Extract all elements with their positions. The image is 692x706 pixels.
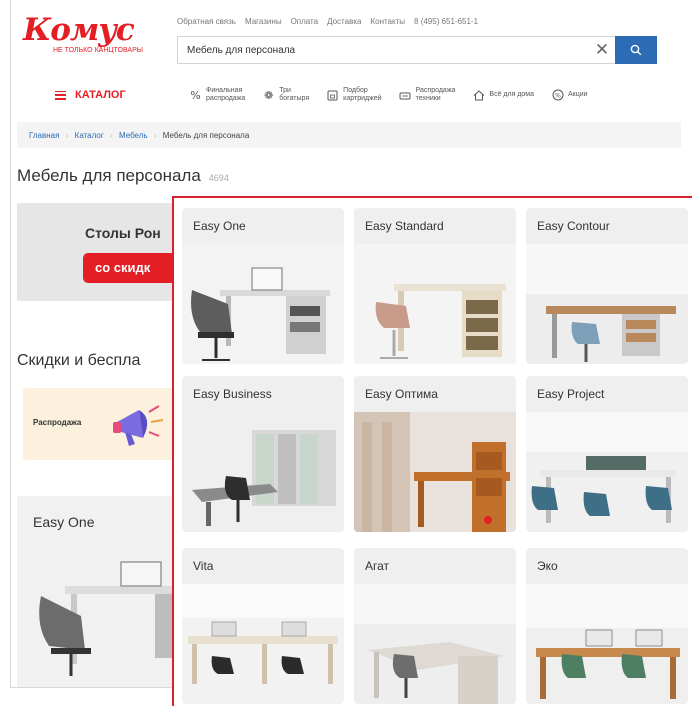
series-title: Easy Оптима bbox=[365, 387, 438, 401]
nav-item-promotions[interactable]: % Акции bbox=[551, 89, 588, 102]
product-count: 4694 bbox=[208, 173, 229, 183]
breadcrumb-current: Мебель для персонала bbox=[162, 130, 250, 140]
catalog-button[interactable]: КАТАЛОГ bbox=[55, 89, 126, 101]
series-title: Эко bbox=[537, 559, 558, 573]
hamburger-icon bbox=[55, 90, 66, 100]
top-link-payment[interactable]: Оплата bbox=[291, 17, 319, 26]
nav-item-final-sale[interactable]: % Финальная распродажа bbox=[189, 87, 245, 103]
breadcrumb-catalog[interactable]: Каталог bbox=[75, 131, 104, 140]
printer-icon bbox=[399, 89, 412, 102]
series-title: Easy Contour bbox=[537, 219, 610, 233]
promo-label: Распродажа bbox=[33, 418, 82, 427]
nav-item-cartridges[interactable]: Подбор картриджей bbox=[326, 87, 382, 103]
percent-icon: % bbox=[190, 88, 201, 102]
breadcrumb: Главная › Каталог › Мебель › Мебель для … bbox=[17, 122, 681, 148]
series-title: Easy Project bbox=[537, 387, 605, 401]
banner-title: Столы Рон bbox=[85, 225, 161, 241]
furniture-image bbox=[526, 584, 688, 704]
main-nav: КАТАЛОГ % Финальная распродажа ❁ Три бог… bbox=[11, 78, 682, 112]
series-card-easy-one[interactable]: Easy One bbox=[182, 208, 344, 364]
furniture-image bbox=[526, 244, 688, 364]
series-card-agat[interactable]: Агат bbox=[354, 548, 516, 704]
series-card-easy-optima[interactable]: Easy Оптима bbox=[354, 376, 516, 532]
series-title: Vita bbox=[193, 559, 214, 573]
megaphone-icon bbox=[113, 405, 164, 446]
close-icon[interactable]: ✕ bbox=[589, 37, 615, 63]
search-bar: ✕ bbox=[177, 36, 657, 64]
series-card-easy-project[interactable]: Easy Project bbox=[526, 376, 688, 532]
search-input[interactable] bbox=[178, 37, 589, 63]
page-header: Мебель для персонала 4694 bbox=[17, 166, 229, 186]
top-link-feedback[interactable]: Обратная связь bbox=[177, 17, 236, 26]
furniture-image bbox=[182, 584, 344, 704]
nav-item-three-heroes[interactable]: ❁ Три богатыря bbox=[262, 87, 309, 103]
series-card-easy-standard[interactable]: Easy Standard bbox=[354, 208, 516, 364]
catalog-label: КАТАЛОГ bbox=[75, 89, 126, 101]
top-links: Обратная связь Магазины Оплата Доставка … bbox=[177, 17, 478, 26]
cartridge-icon bbox=[326, 89, 339, 102]
furniture-image bbox=[354, 412, 516, 532]
top-link-delivery[interactable]: Доставка bbox=[327, 17, 361, 26]
series-title: Easy Business bbox=[193, 387, 272, 401]
series-grid-overlay: Easy One Easy Standard Easy Contour Easy… bbox=[172, 196, 692, 706]
discount-icon: % bbox=[551, 89, 564, 102]
breadcrumb-home[interactable]: Главная bbox=[29, 131, 59, 140]
top-link-stores[interactable]: Магазины bbox=[245, 17, 282, 26]
search-button[interactable] bbox=[615, 36, 657, 64]
furniture-image bbox=[526, 412, 688, 532]
page-title: Мебель для персонала bbox=[17, 166, 201, 185]
nav-item-tech-sale[interactable]: Распродажа техники bbox=[399, 87, 455, 103]
breadcrumb-separator: › bbox=[153, 130, 157, 140]
home-icon bbox=[472, 89, 485, 102]
breadcrumb-furniture[interactable]: Мебель bbox=[119, 131, 148, 140]
site-logo[interactable]: Комус НЕ ТОЛЬКО КАНЦТОВАРЫ bbox=[23, 10, 173, 58]
background-series-title: Easy One bbox=[33, 514, 95, 530]
series-card-eko[interactable]: Эко bbox=[526, 548, 688, 704]
series-title: Easy Standard bbox=[365, 219, 444, 233]
breadcrumb-separator: › bbox=[65, 130, 69, 140]
discounts-heading: Скидки и беспла bbox=[17, 352, 141, 369]
top-link-contacts[interactable]: Контакты bbox=[370, 17, 405, 26]
series-title: Easy One bbox=[193, 219, 246, 233]
search-icon bbox=[630, 44, 642, 56]
series-title: Агат bbox=[365, 559, 390, 573]
sale-promo-card[interactable]: Распродажа bbox=[23, 388, 183, 460]
series-card-vita[interactable]: Vita bbox=[182, 548, 344, 704]
svg-text:%: % bbox=[555, 92, 561, 99]
top-link-phone[interactable]: 8 (495) 651-651-1 bbox=[414, 17, 478, 26]
nav-item-home[interactable]: Всё для дома bbox=[472, 89, 534, 102]
logo-wordmark: Комус bbox=[23, 12, 135, 48]
logo-tagline: НЕ ТОЛЬКО КАНЦТОВАРЫ bbox=[53, 47, 143, 54]
furniture-image bbox=[182, 412, 344, 532]
breadcrumb-separator: › bbox=[109, 130, 113, 140]
gift-icon: ❁ bbox=[264, 88, 274, 102]
series-card-easy-business[interactable]: Easy Business bbox=[182, 376, 344, 532]
furniture-image bbox=[354, 584, 516, 704]
furniture-image bbox=[182, 244, 344, 364]
series-card-easy-contour[interactable]: Easy Contour bbox=[526, 208, 688, 364]
furniture-image bbox=[354, 244, 516, 364]
